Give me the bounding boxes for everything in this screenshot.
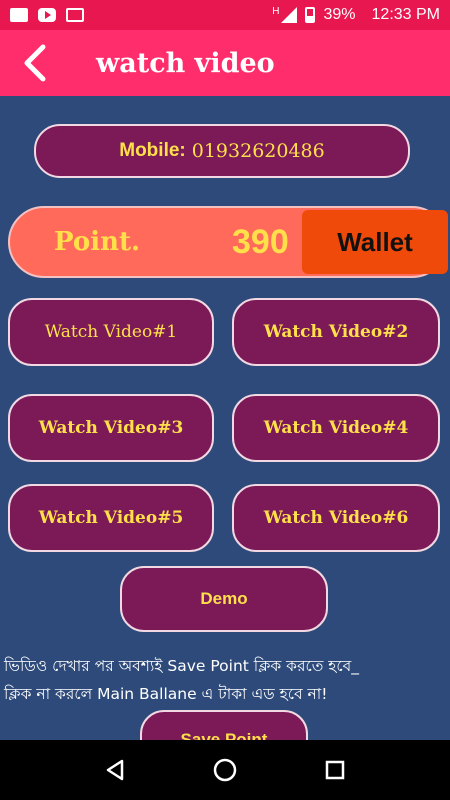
save-point-button[interactable]: Save Point bbox=[140, 710, 308, 740]
home-circle-icon bbox=[213, 758, 237, 782]
back-arrow-icon bbox=[24, 44, 46, 82]
signal-icon bbox=[281, 7, 298, 23]
notice-line-1: ভিডিও দেখার পর অবশ্যই Save Point ক্লিক ক… bbox=[4, 657, 360, 675]
points-label: Point. bbox=[54, 227, 141, 257]
gallery-icon bbox=[66, 8, 84, 22]
watch-video-4-button[interactable]: Watch Video#4 bbox=[232, 394, 440, 462]
page-title: watch video bbox=[96, 47, 275, 79]
save-point-notice: ভিডিও দেখার পর অবশ্যই Save Point ক্লিক ক… bbox=[4, 652, 448, 708]
network-type: H bbox=[272, 5, 280, 17]
demo-button[interactable]: Demo bbox=[120, 566, 328, 632]
wallet-button[interactable]: Wallet bbox=[302, 210, 448, 274]
watch-video-3-button[interactable]: Watch Video#3 bbox=[8, 394, 214, 462]
nav-recents-button[interactable] bbox=[315, 750, 355, 790]
mobile-number-display: Mobile: 01932620486 bbox=[34, 124, 410, 178]
battery-icon bbox=[305, 7, 316, 23]
mobile-label: Mobile: bbox=[119, 140, 186, 161]
recents-square-icon bbox=[325, 760, 345, 780]
watch-video-2-button[interactable]: Watch Video#2 bbox=[232, 298, 440, 366]
youtube-icon bbox=[38, 8, 56, 22]
watch-video-6-button[interactable]: Watch Video#6 bbox=[232, 484, 440, 552]
system-nav-bar bbox=[0, 740, 450, 800]
back-triangle-icon bbox=[106, 759, 124, 781]
nav-home-button[interactable] bbox=[205, 750, 245, 790]
watch-video-5-button[interactable]: Watch Video#5 bbox=[8, 484, 214, 552]
points-value: 390 bbox=[232, 222, 289, 261]
points-bar: Point. 390 Wallet bbox=[8, 206, 448, 278]
clock: 12:33 PM bbox=[371, 6, 440, 23]
message-icon bbox=[10, 8, 28, 22]
notice-line-2: ক্লিক না করলে Main Ballane এ টাকা এড হবে… bbox=[4, 685, 328, 703]
battery-percent: 39% bbox=[323, 6, 356, 23]
mobile-number: 01932620486 bbox=[191, 140, 325, 162]
main-content: Mobile: 01932620486 Point. 390 Wallet Wa… bbox=[0, 96, 450, 740]
watch-video-1-button[interactable]: Watch Video#1 bbox=[8, 298, 214, 366]
system-icons: H 39% 12:33 PM bbox=[272, 6, 440, 24]
notification-icons bbox=[10, 8, 84, 22]
back-button[interactable] bbox=[0, 30, 70, 96]
status-bar: H 39% 12:33 PM bbox=[0, 0, 450, 30]
app-bar: watch video bbox=[0, 30, 450, 96]
nav-back-button[interactable] bbox=[95, 750, 135, 790]
